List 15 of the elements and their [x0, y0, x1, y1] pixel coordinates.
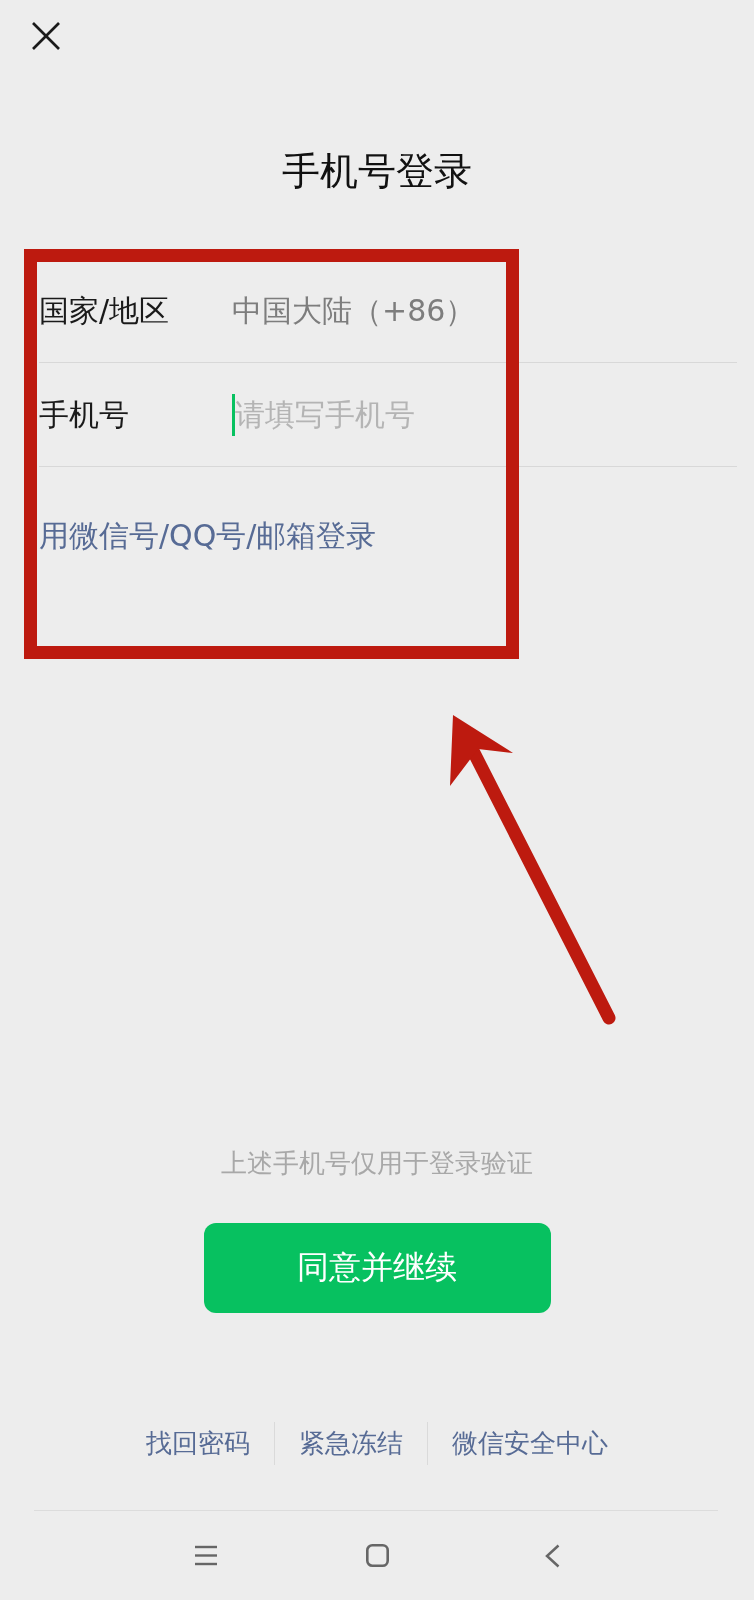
country-select[interactable]: 中国大陆（+86）	[232, 290, 476, 331]
menu-icon[interactable]	[195, 1545, 217, 1566]
footer-link[interactable]: 找回密码	[146, 1423, 250, 1463]
square-icon[interactable]	[366, 1544, 389, 1567]
page-title: 手机号登录	[282, 148, 472, 194]
notice-text: 上述手机号仅用于登录验证	[221, 1147, 533, 1180]
phone-input[interactable]: 请填写手机号	[235, 394, 485, 435]
field-label: 手机号	[39, 395, 129, 434]
close-icon[interactable]	[32, 22, 60, 50]
agree-continue-button[interactable]: 同意并继续	[203, 1223, 551, 1313]
back-icon[interactable]	[545, 1543, 560, 1568]
footer-link[interactable]: 紧急冻结	[299, 1423, 403, 1463]
field-label: 国家/地区	[39, 291, 170, 330]
alt-login-link[interactable]: 用微信号/QQ号/邮箱登录	[39, 516, 377, 556]
footer-link[interactable]: 微信安全中心	[452, 1423, 608, 1463]
